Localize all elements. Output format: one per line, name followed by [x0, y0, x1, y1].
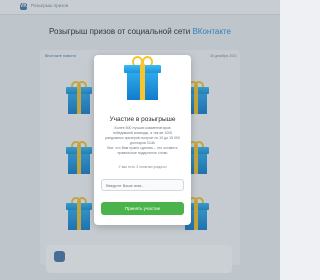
name-input[interactable]: [101, 179, 184, 191]
modal-description: Более 500 лучших комментаторов победивше…: [105, 126, 180, 145]
modal-title: Участие в розыгрыше: [109, 116, 176, 123]
participation-modal: Участие в розыгрыше Более 500 лучших ком…: [94, 55, 191, 225]
modal-instructions: Все, что Вам нужно сделать – это оставит…: [107, 146, 178, 155]
join-button[interactable]: Принять участие: [101, 202, 184, 215]
modal-attempts-note: У вас есть 3 попытки угадать!: [118, 165, 167, 169]
gift-box-icon: [124, 53, 161, 101]
